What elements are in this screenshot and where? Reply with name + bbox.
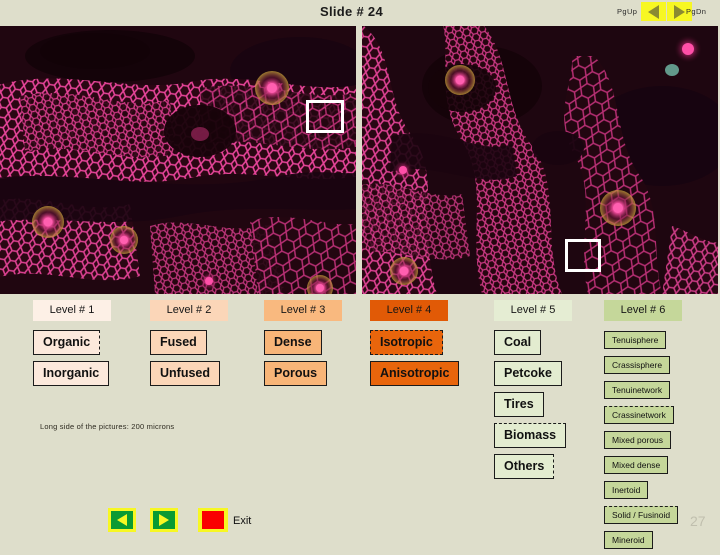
level-column-3: Level # 3 Dense Porous xyxy=(264,300,342,392)
level-item[interactable]: Crassinetwork xyxy=(604,406,674,424)
level-item[interactable]: Anisotropic xyxy=(370,361,460,386)
level-item[interactable]: Inorganic xyxy=(33,361,110,386)
level-item[interactable]: Unfused xyxy=(150,361,220,386)
pgdn-label: PgDn xyxy=(686,7,707,16)
level-items-5: Coal Petcoke Tires Biomass Others xyxy=(494,330,572,485)
level-item[interactable]: Mixed dense xyxy=(604,456,669,474)
page-title: Slide # 24 xyxy=(320,4,383,19)
level-header-5: Level # 5 xyxy=(494,300,572,321)
triangle-left-icon xyxy=(111,511,133,529)
level-column-1: Level # 1 Organic Inorganic xyxy=(33,300,111,392)
region-of-interest-box-right xyxy=(565,239,601,272)
micrograph-left-canvas xyxy=(0,26,356,294)
previous-button[interactable] xyxy=(108,508,136,532)
level-item[interactable]: Porous xyxy=(264,361,328,386)
level-column-4: Level # 4 Isotropic Anisotropic xyxy=(370,300,460,392)
level-item[interactable]: Mineroid xyxy=(604,531,653,549)
level-column-6: Level # 6 Tenuisphere Crassisphere Tenuinet… xyxy=(604,300,682,555)
bright-particle xyxy=(255,71,289,105)
micrograph-left[interactable] xyxy=(0,26,356,294)
level-column-2: Level # 2 Fused Unfused xyxy=(150,300,228,392)
level-item[interactable]: Inertoid xyxy=(604,481,649,499)
level-header-2: Level # 2 xyxy=(150,300,228,321)
region-of-interest-box-left xyxy=(306,100,344,133)
level-items-1: Organic Inorganic xyxy=(33,330,111,392)
pgup-label: PgUp xyxy=(617,7,638,16)
level-item[interactable]: Dense xyxy=(264,330,322,355)
bright-particle xyxy=(32,206,64,238)
bright-particle xyxy=(199,271,219,291)
level-item[interactable]: Tenuinetwork xyxy=(604,381,671,399)
level-item[interactable]: Coal xyxy=(494,330,542,355)
level-items-2: Fused Unfused xyxy=(150,330,228,392)
stop-square-icon xyxy=(202,511,224,529)
bright-particle xyxy=(445,65,475,95)
pgup-button[interactable] xyxy=(641,2,666,21)
triangle-right-icon xyxy=(674,4,685,19)
level-item[interactable]: Biomass xyxy=(494,423,567,448)
level-item[interactable]: Crassisphere xyxy=(604,356,671,374)
level-column-5: Level # 5 Coal Petcoke Tires Biomass Others xyxy=(494,300,572,485)
bright-particle xyxy=(110,226,138,254)
level-item[interactable]: Petcoke xyxy=(494,361,562,386)
level-item[interactable]: Isotropic xyxy=(370,330,443,355)
next-button[interactable] xyxy=(150,508,178,532)
bright-particle xyxy=(393,160,413,180)
triangle-right-icon xyxy=(153,511,175,529)
scale-caption: Long side of the pictures: 200 microns xyxy=(40,422,175,431)
level-item[interactable]: Solid / Fusinoid xyxy=(604,506,679,524)
page-number: 27 xyxy=(690,513,706,529)
micrograph-right-canvas xyxy=(362,26,718,294)
level-items-4: Isotropic Anisotropic xyxy=(370,330,460,392)
level-header-3: Level # 3 xyxy=(264,300,342,321)
level-item[interactable]: Organic xyxy=(33,330,101,355)
micrograph-right[interactable] xyxy=(362,26,718,294)
level-item[interactable]: Mixed porous xyxy=(604,431,672,449)
level-item[interactable]: Others xyxy=(494,454,555,479)
exit-button[interactable] xyxy=(198,508,228,532)
level-item[interactable]: Tires xyxy=(494,392,544,417)
bright-particle xyxy=(390,257,418,285)
level-items-6: Tenuisphere Crassisphere Tenuinetwork Crass… xyxy=(604,330,682,555)
level-header-4: Level # 4 xyxy=(370,300,448,321)
exit-label: Exit xyxy=(233,515,252,527)
bright-particle xyxy=(600,190,636,226)
triangle-left-icon xyxy=(648,4,659,19)
header-bar: Slide # 24 PgUp PgDn xyxy=(0,0,720,26)
level-items-3: Dense Porous xyxy=(264,330,342,392)
level-header-1: Level # 1 xyxy=(33,300,111,321)
level-item[interactable]: Fused xyxy=(150,330,207,355)
level-item[interactable]: Tenuisphere xyxy=(604,331,667,349)
bright-particle xyxy=(674,35,702,63)
level-header-6: Level # 6 xyxy=(604,300,682,321)
